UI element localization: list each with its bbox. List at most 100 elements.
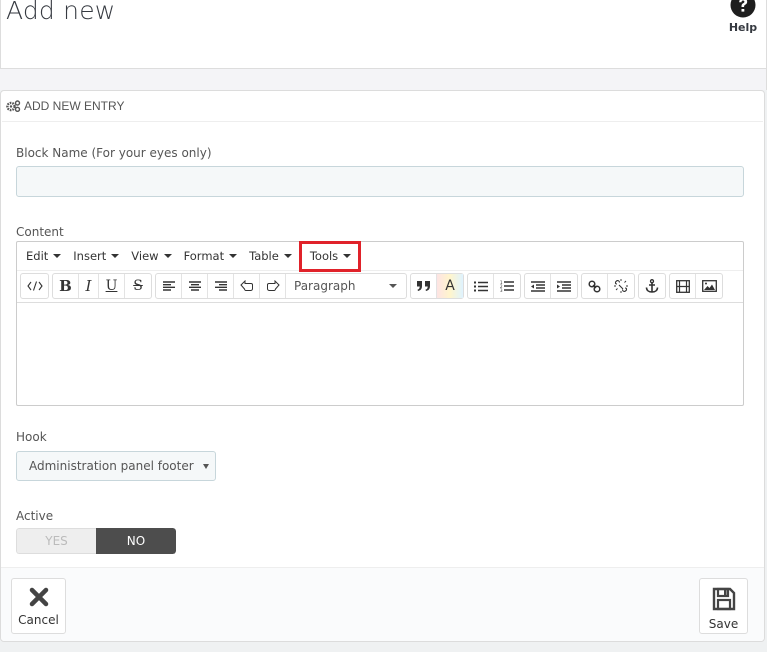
align-center-button[interactable] (182, 274, 208, 298)
block-name-label: Block Name (For your eyes only) (16, 146, 212, 160)
italic-button[interactable]: I (79, 274, 99, 298)
add-entry-panel: ADD NEW ENTRY Block Name (For your eyes … (0, 90, 765, 642)
format-select[interactable]: Paragraph (286, 274, 406, 298)
help-label: Help (728, 21, 758, 34)
align-left-button[interactable] (156, 274, 182, 298)
underline-icon: U (105, 278, 118, 294)
rich-text-editor: Edit Insert View Format Table Tools B I … (16, 240, 744, 406)
anchor-icon (645, 279, 659, 293)
undo-button[interactable] (234, 274, 260, 298)
panel-footer: Cancel Save (1, 567, 764, 641)
outdent-icon (530, 280, 545, 292)
svg-text:3: 3 (500, 288, 503, 292)
indent-button[interactable] (551, 274, 577, 298)
block-name-input[interactable] (16, 166, 744, 197)
cancel-label: Cancel (18, 613, 59, 627)
menu-table[interactable]: Table (243, 245, 298, 267)
align-left-icon (162, 281, 175, 291)
editor-content-area[interactable] (17, 302, 743, 405)
caret-down-icon (389, 284, 397, 288)
strikethrough-icon: S (133, 278, 143, 294)
film-icon (675, 279, 690, 293)
help-button[interactable]: Help (726, 0, 760, 44)
active-yes-option[interactable]: YES (16, 528, 96, 554)
caret-down-icon (53, 254, 62, 258)
align-center-icon (188, 281, 201, 291)
caret-down-icon (229, 254, 238, 258)
menu-view[interactable]: View (125, 245, 177, 267)
toolbar-strip (0, 69, 767, 90)
image-icon (701, 280, 717, 292)
question-circle-icon (730, 0, 756, 18)
menu-edit[interactable]: Edit (20, 245, 67, 267)
source-code-button[interactable] (21, 274, 48, 298)
menu-view-label: View (131, 249, 159, 263)
menu-insert[interactable]: Insert (67, 245, 125, 267)
align-right-button[interactable] (208, 274, 234, 298)
anchor-group (638, 273, 666, 299)
outdent-button[interactable] (525, 274, 551, 298)
caret-down-icon (283, 254, 292, 258)
bullet-list-button[interactable] (468, 274, 494, 298)
strikethrough-button[interactable]: S (125, 274, 151, 298)
text-color-button[interactable]: A (437, 274, 463, 298)
caret-down-icon (343, 254, 352, 258)
page-header: Add new Help (0, 0, 767, 69)
page-title: Add new (6, 0, 116, 25)
menu-edit-label: Edit (26, 249, 49, 263)
floppy-disk-icon (712, 587, 735, 611)
close-icon (29, 587, 48, 607)
caret-down-icon (163, 254, 172, 258)
editor-toolbar: B I U S Paragraph A 1 2 3 (17, 271, 743, 301)
bullet-list-icon (473, 281, 488, 291)
blockquote-icon (416, 281, 430, 291)
active-label: Active (16, 509, 54, 523)
link-icon (588, 279, 601, 293)
indent-icon (557, 280, 571, 292)
bold-button[interactable]: B (53, 274, 79, 298)
insert-media-button[interactable] (670, 274, 696, 298)
menu-tools[interactable]: Tools (298, 240, 362, 272)
menu-format[interactable]: Format (178, 245, 244, 267)
source-group (20, 273, 49, 299)
link-group (581, 273, 635, 299)
editor-menubar: Edit Insert View Format Table Tools (17, 240, 743, 272)
alignment-group: Paragraph (155, 273, 407, 299)
active-no-option[interactable]: NO (96, 528, 176, 554)
text-color-icon: A (445, 278, 455, 294)
quote-color-group: A (410, 273, 464, 299)
source-code-icon (26, 281, 43, 291)
menu-table-label: Table (249, 249, 279, 263)
save-label: Save (708, 617, 739, 631)
menu-insert-label: Insert (73, 249, 107, 263)
panel-heading-title: ADD NEW ENTRY (24, 99, 125, 113)
active-switch: YES NO (16, 528, 176, 554)
caret-down-icon (111, 254, 120, 258)
numbered-list-icon: 123 (500, 280, 514, 292)
hand-right-icon (266, 280, 280, 291)
numbered-list-button[interactable]: 123 (494, 274, 520, 298)
indent-group (524, 273, 578, 299)
insert-image-button[interactable] (696, 274, 722, 298)
save-button[interactable]: Save (699, 578, 748, 634)
formatting-group: B I U S (52, 273, 152, 299)
blockquote-button[interactable] (411, 274, 437, 298)
redo-button[interactable] (260, 274, 286, 298)
link-button[interactable] (582, 274, 608, 298)
underline-button[interactable]: U (99, 274, 125, 298)
menu-format-label: Format (183, 249, 225, 263)
hook-select[interactable]: Administration panel footer (16, 451, 216, 481)
cogs-icon (6, 100, 21, 112)
italic-icon: I (85, 277, 92, 295)
unlink-button[interactable] (608, 274, 634, 298)
format-select-value: Paragraph (294, 279, 356, 293)
hook-label: Hook (16, 430, 47, 444)
list-group: 123 (467, 273, 521, 299)
caret-down-icon (203, 464, 209, 469)
content-label: Content (16, 225, 64, 239)
cancel-button[interactable]: Cancel (11, 578, 66, 634)
anchor-button[interactable] (639, 274, 665, 298)
hook-select-value: Administration panel footer (29, 459, 194, 473)
panel-heading: ADD NEW ENTRY (2, 91, 763, 122)
align-right-icon (214, 281, 227, 291)
